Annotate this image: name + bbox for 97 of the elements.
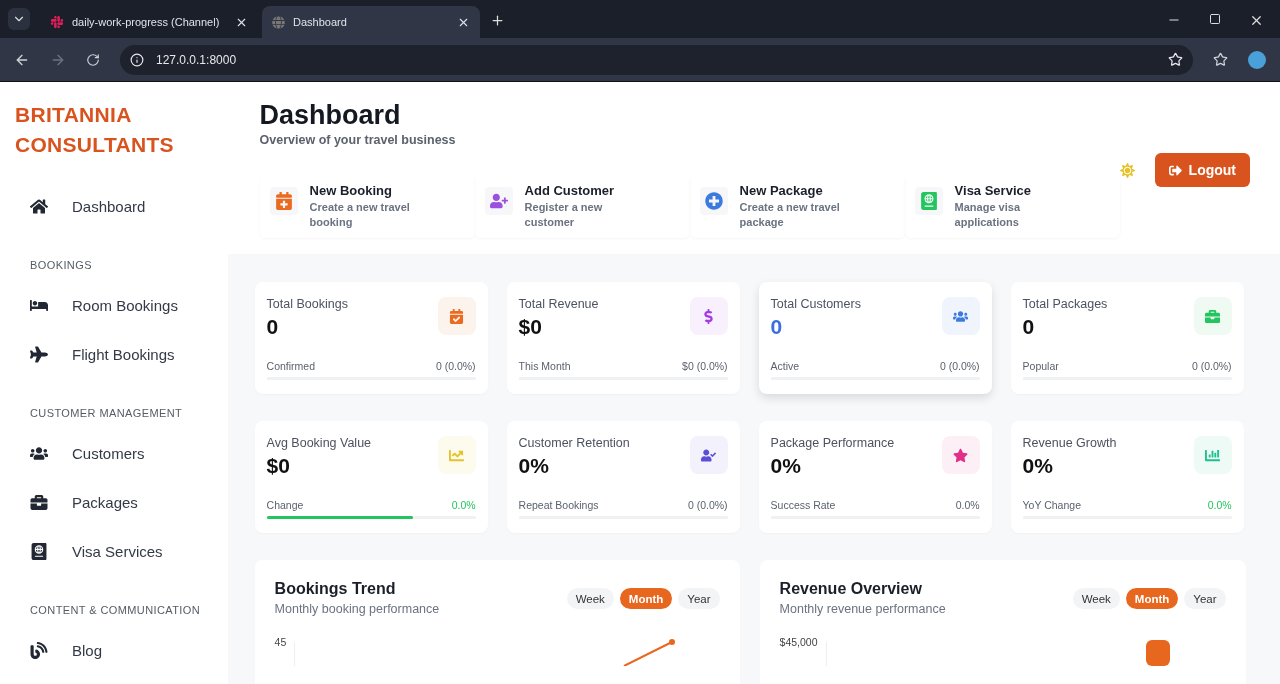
stat-change: $0 (0.0%)	[682, 360, 728, 372]
stat-title: Total Customers	[770, 297, 861, 311]
stat-value: $0	[518, 315, 543, 339]
stat-label: YoY Change	[1022, 499, 1081, 511]
stat-value: 0	[1022, 315, 1036, 339]
browser-tab[interactable]: Dashboard	[262, 6, 480, 38]
quick-action[interactable]: New Booking Create a new travel booking	[259, 175, 475, 238]
bookmarks-icon[interactable]	[1213, 52, 1228, 67]
stat-title: Total Revenue	[518, 297, 599, 311]
stat-change: 0 (0.0%)	[435, 360, 476, 372]
briefcase-icon	[30, 494, 48, 511]
stat-value: 0%	[1022, 454, 1054, 478]
chart-subtitle: Monthly booking performance	[274, 602, 440, 616]
logout-icon	[1168, 163, 1182, 177]
stat-label: Success Rate	[770, 499, 836, 511]
stat-value: 0%	[770, 454, 802, 478]
period-toggle[interactable]: Week	[1072, 588, 1120, 609]
stat-change: 0.0%	[1207, 499, 1232, 511]
passport-icon	[30, 543, 48, 560]
stat-title: Package Performance	[770, 436, 895, 450]
stat-label: Change	[266, 499, 304, 511]
axis-tick-label: $45,000	[779, 636, 818, 650]
stat-title: Total Packages	[1022, 297, 1108, 311]
stat-title: Customer Retention	[518, 436, 630, 450]
home-icon	[30, 198, 48, 215]
period-toggle[interactable]: Year	[678, 588, 720, 609]
user-plus-icon	[489, 192, 508, 210]
blog-icon	[30, 642, 48, 659]
page-title: Dashboard	[259, 100, 402, 131]
brand-name: CONSULTANTS	[15, 132, 175, 158]
period-toggle[interactable]: Week	[566, 588, 614, 609]
passport-icon	[919, 192, 938, 210]
info-icon	[130, 52, 144, 67]
sidebar-item[interactable]: Customers	[15, 429, 216, 478]
sidebar-item[interactable]: Dashboard	[15, 182, 216, 231]
stat-value: 0%	[518, 454, 550, 478]
stat-label: Confirmed	[266, 360, 315, 372]
logout-button[interactable]: Logout	[1154, 153, 1250, 187]
action-title: New Booking	[309, 183, 393, 198]
section-heading: BOOKINGS	[30, 259, 93, 271]
action-description: Create a new travel package	[739, 200, 841, 230]
sidebar-item[interactable]: Blog	[15, 626, 216, 675]
tab-title: daily-work-progress (Channel)	[72, 16, 221, 28]
action-description: Register a new customer	[524, 200, 604, 230]
stat-label: Repeat Bookings	[518, 499, 599, 511]
quick-action[interactable]: Add Customer Register a new customer	[474, 175, 690, 238]
stat-title: Revenue Growth	[1022, 436, 1117, 450]
stat-value: 0	[770, 315, 784, 339]
plane-icon	[30, 346, 48, 363]
stat-change: 0 (0.0%)	[687, 499, 728, 511]
action-description: Create a new travel booking	[309, 200, 411, 230]
action-title: Visa Service	[954, 183, 1032, 198]
sidebar-item[interactable]: Visa Services	[15, 527, 216, 576]
browser-tab[interactable]: daily-work-progress (Channel)	[40, 6, 258, 38]
stat-label: Active	[770, 360, 800, 372]
period-toggle[interactable]: Year	[1184, 588, 1226, 609]
stat-change: 0.0%	[955, 499, 980, 511]
bookmark-icon[interactable]	[1168, 52, 1183, 67]
calendar-plus-icon	[274, 192, 293, 210]
reload-icon[interactable]	[86, 52, 100, 67]
action-title: New Package	[739, 183, 824, 198]
chart-subtitle: Monthly revenue performance	[779, 602, 946, 616]
theme-toggle-icon[interactable]	[1119, 162, 1135, 178]
chart-title: Bookings Trend	[274, 580, 397, 598]
address-bar[interactable]: 127.0.0.1:8000	[120, 44, 1193, 75]
sidebar-item[interactable]: Packages	[15, 478, 216, 527]
page-subtitle: Overview of your travel business	[259, 133, 457, 147]
stat-title: Total Bookings	[266, 297, 348, 311]
stat-change: 0.0%	[451, 499, 476, 511]
tab-list-button[interactable]	[8, 8, 30, 30]
stat-title: Avg Booking Value	[266, 436, 372, 450]
people-icon	[30, 445, 48, 462]
quick-action[interactable]: Visa Service Manage visa applications	[904, 175, 1120, 238]
stat-value: 0	[266, 315, 280, 339]
brand-name: BRITANNIA	[15, 102, 133, 128]
new-tab-icon[interactable]	[490, 13, 505, 28]
bed-icon	[30, 297, 48, 314]
quick-action[interactable]: New Package Create a new travel package	[689, 175, 905, 238]
section-heading: CUSTOMER MANAGEMENT	[30, 407, 184, 419]
restore-icon[interactable]	[1209, 13, 1221, 25]
close-icon[interactable]	[1249, 13, 1264, 28]
stat-change: 0 (0.0%)	[939, 360, 980, 372]
action-title: Add Customer	[524, 183, 616, 198]
chart-title: Revenue Overview	[779, 580, 923, 598]
stat-change: 0 (0.0%)	[1191, 360, 1232, 372]
section-heading: CONTENT & COMMUNICATION	[30, 604, 202, 616]
tab-title: Dashboard	[293, 16, 348, 28]
axis-tick-label: 45	[274, 636, 287, 650]
profile-avatar[interactable]	[1248, 50, 1266, 69]
sidebar-item[interactable]: Room Bookings	[15, 281, 216, 330]
sidebar-item[interactable]: Flight Bookings	[15, 330, 216, 379]
stat-label: This Month	[518, 360, 571, 372]
stat-label: Popular	[1022, 360, 1059, 372]
stat-value: $0	[266, 454, 291, 478]
url-text: 127.0.0.1:8000	[156, 52, 237, 67]
action-description: Manage visa applications	[954, 200, 1022, 230]
globe-icon	[272, 15, 285, 29]
